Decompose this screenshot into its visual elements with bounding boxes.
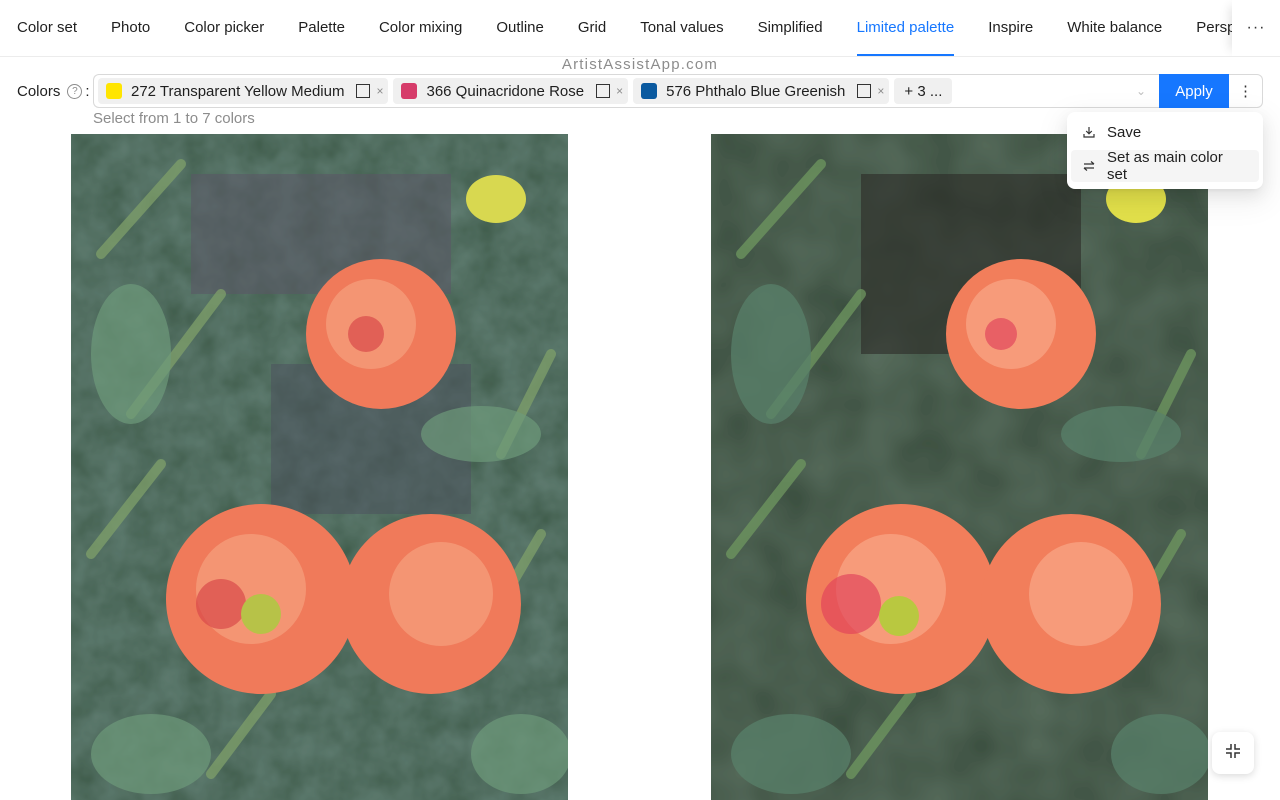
color-tag-label: 366 Quinacridone Rose xyxy=(426,82,585,100)
fullscreen-button[interactable] xyxy=(1212,732,1254,774)
tab-color-mixing[interactable]: Color mixing xyxy=(362,0,479,56)
download-icon xyxy=(1083,126,1095,138)
tab-color-set[interactable]: Color set xyxy=(0,0,94,56)
menu-item-label: Save xyxy=(1107,123,1142,141)
color-tag: 576 Phthalo Blue Greenish × xyxy=(633,78,890,104)
close-icon[interactable]: × xyxy=(616,85,623,97)
colors-select[interactable]: 272 Transparent Yellow Medium × 366 Quin… xyxy=(93,74,1160,108)
original-photo-image xyxy=(711,134,1208,800)
color-tag-checkbox[interactable] xyxy=(356,84,371,98)
menu-item-label: Set as main color set xyxy=(1107,149,1223,183)
color-swatch xyxy=(641,83,658,99)
color-tag-checkbox[interactable] xyxy=(857,84,872,98)
colors-label-colon: : xyxy=(85,82,90,100)
tab-simplified[interactable]: Simplified xyxy=(741,0,840,56)
color-swatch xyxy=(106,83,122,99)
tab-list: Color set Photo Color picker Palette Col… xyxy=(0,0,1280,56)
tab-grid[interactable]: Grid xyxy=(561,0,623,56)
colors-hint: Select from 1 to 7 colors xyxy=(93,110,255,127)
close-icon[interactable]: × xyxy=(877,85,884,97)
tab-bar: Color set Photo Color picker Palette Col… xyxy=(0,0,1280,57)
swap-icon xyxy=(1083,160,1095,172)
options-menu: Save Set as main color set xyxy=(1067,112,1263,189)
close-icon[interactable]: × xyxy=(376,85,383,97)
colors-label-group: Colors ? : xyxy=(17,80,90,102)
tab-tonal-values[interactable]: Tonal values xyxy=(623,0,740,56)
color-tag-checkbox[interactable] xyxy=(596,84,611,98)
color-tag-label: 576 Phthalo Blue Greenish xyxy=(666,82,846,100)
watermark: ArtistAssistApp.com xyxy=(561,56,719,73)
color-tag: 366 Quinacridone Rose × xyxy=(393,78,629,104)
tab-photo[interactable]: Photo xyxy=(94,0,167,56)
tab-palette[interactable]: Palette xyxy=(281,0,362,56)
fullscreen-exit-icon xyxy=(1225,743,1241,764)
limited-palette-image xyxy=(71,134,568,800)
help-icon[interactable]: ? xyxy=(67,83,83,99)
tab-outline[interactable]: Outline xyxy=(479,0,561,56)
tab-color-picker[interactable]: Color picker xyxy=(167,0,281,56)
tabs-more-button[interactable]: ··· xyxy=(1232,0,1280,56)
more-options-button[interactable]: ⋮ xyxy=(1229,74,1263,108)
color-tag-label: 272 Transparent Yellow Medium xyxy=(131,82,345,100)
tab-white-balance[interactable]: White balance xyxy=(1050,0,1179,56)
color-swatch xyxy=(401,83,418,99)
color-tag: 272 Transparent Yellow Medium × xyxy=(98,78,389,104)
menu-item-set-main-color-set[interactable]: Set as main color set xyxy=(1071,149,1259,183)
more-colors-tag[interactable]: + 3 ... xyxy=(894,78,953,104)
apply-button[interactable]: Apply xyxy=(1159,74,1229,108)
menu-item-save[interactable]: Save xyxy=(1071,116,1259,148)
chevron-down-icon[interactable]: ⌄ xyxy=(1136,84,1146,98)
tab-limited-palette[interactable]: Limited palette xyxy=(840,0,972,56)
colors-label: Colors xyxy=(17,82,61,100)
more-vertical-icon: ⋮ xyxy=(1238,83,1253,100)
more-horizontal-icon: ··· xyxy=(1246,19,1266,36)
tab-inspire[interactable]: Inspire xyxy=(971,0,1050,56)
